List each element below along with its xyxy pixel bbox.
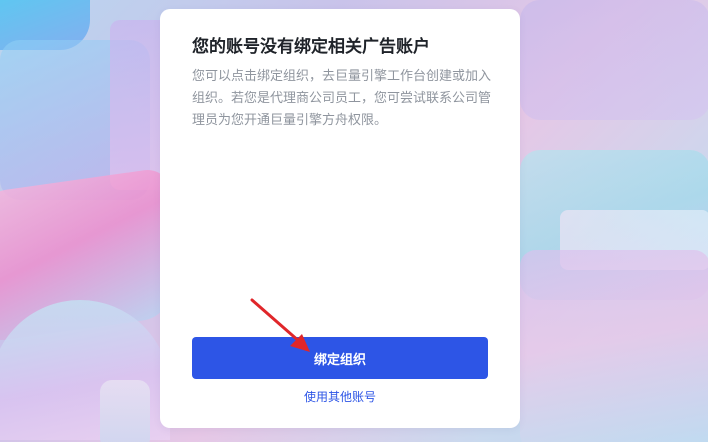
decorative-shape (100, 380, 150, 442)
dialog-title: 您的账号没有绑定相关广告账户 (192, 37, 430, 57)
decorative-shape (520, 250, 708, 442)
bind-organization-button[interactable]: 绑定组织 (192, 337, 488, 379)
use-other-account-link[interactable]: 使用其他账号 (192, 387, 488, 407)
decorative-shape (520, 0, 708, 120)
dialog-description: 您可以点击绑定组织，去巨量引擎工作台创建或加入组织。若您是代理商公司员工，您可尝… (192, 69, 492, 128)
no-ad-account-dialog: 您的账号没有绑定相关广告账户 您可以点击绑定组织，去巨量引擎工作台创建或加入组织… (160, 9, 520, 428)
background: 您的账号没有绑定相关广告账户 您可以点击绑定组织，去巨量引擎工作台创建或加入组织… (0, 0, 708, 442)
